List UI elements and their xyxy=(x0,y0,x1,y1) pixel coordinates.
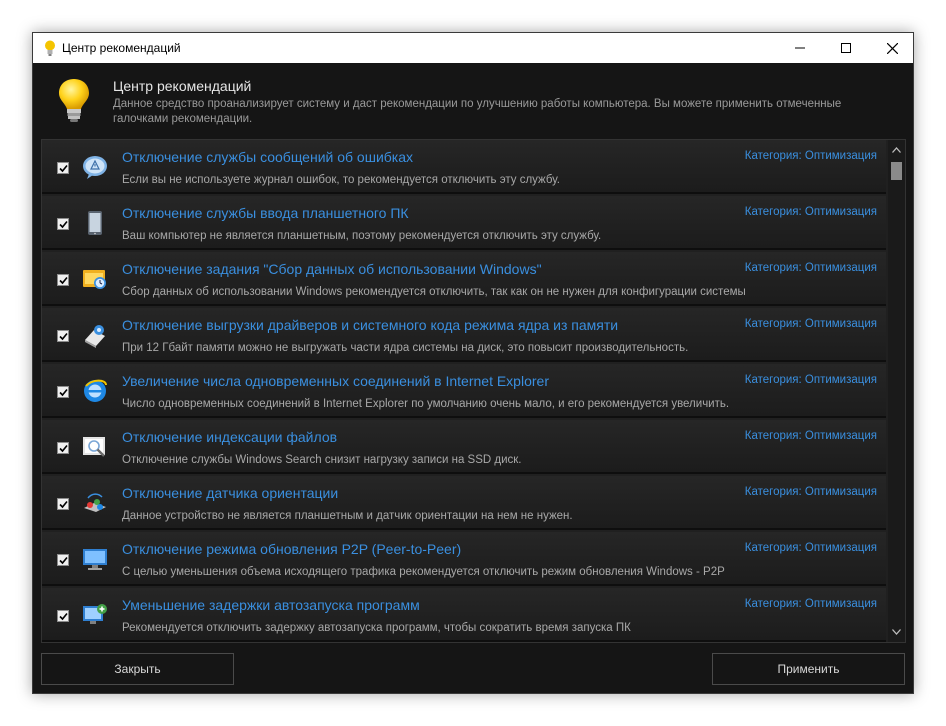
driver-icon xyxy=(85,325,105,348)
item-checkbox[interactable] xyxy=(57,274,69,286)
item-category: Категория: Оптимизация xyxy=(744,430,877,442)
item-category: Категория: Оптимизация xyxy=(744,318,877,330)
header-description: Данное средство проанализирует систему и… xyxy=(113,98,842,125)
recommendation-list: Отключение службы сообщений об ошибках Е… xyxy=(41,139,906,643)
list-item[interactable]: Отключение службы ввода планшетного ПК В… xyxy=(42,196,886,250)
checkmark-icon xyxy=(58,220,68,228)
message-bubble-icon xyxy=(83,156,107,179)
tablet-icon xyxy=(88,211,102,235)
checkmark-icon xyxy=(58,276,68,284)
title-bar[interactable]: Центр рекомендаций xyxy=(33,33,913,63)
item-category: Категория: Оптимизация xyxy=(744,542,877,554)
list-item[interactable]: Отключение режима обновления P2P (Peer-t… xyxy=(42,532,886,586)
item-checkbox[interactable] xyxy=(57,162,69,174)
checkmark-icon xyxy=(58,556,68,564)
list-item[interactable]: Увеличение числа одновременных соединени… xyxy=(42,364,886,418)
item-checkbox[interactable] xyxy=(57,386,69,398)
chevron-down-icon xyxy=(892,629,901,635)
item-category: Категория: Оптимизация xyxy=(744,262,877,274)
vertical-scrollbar[interactable] xyxy=(888,140,905,642)
item-category: Категория: Оптимизация xyxy=(744,486,877,498)
item-description: С целью уменьшения объема исходящего тра… xyxy=(122,566,725,578)
item-description: Если вы не используете журнал ошибок, то… xyxy=(122,174,560,186)
scheduled-task-icon xyxy=(83,270,106,289)
item-checkbox[interactable] xyxy=(57,610,69,622)
minimize-icon xyxy=(795,47,805,49)
item-checkbox[interactable] xyxy=(57,498,69,510)
checkmark-icon xyxy=(58,332,68,340)
item-description: Ваш компьютер не является планшетным, по… xyxy=(122,230,602,242)
item-title[interactable]: Увеличение числа одновременных соединени… xyxy=(122,373,549,389)
item-checkbox[interactable] xyxy=(57,442,69,454)
item-checkbox[interactable] xyxy=(57,218,69,230)
list-item[interactable]: Отключение задания "Сбор данных об испол… xyxy=(42,252,886,306)
list-item[interactable]: Отключение индексации файлов Отключение … xyxy=(42,420,886,474)
checkmark-icon xyxy=(58,500,68,508)
network-monitor-icon xyxy=(83,549,107,570)
item-title[interactable]: Отключение службы сообщений об ошибках xyxy=(122,149,413,165)
minimize-button[interactable] xyxy=(777,33,823,63)
recommendation-center-window: Центр рекомендаций Центр рекомендаций Да… xyxy=(32,32,914,694)
list-item[interactable]: Отключение выгрузки драйверов и системно… xyxy=(42,308,886,362)
scroll-up-button[interactable] xyxy=(888,140,905,160)
item-category: Категория: Оптимизация xyxy=(744,374,877,386)
item-title[interactable]: Уменьшение задержки автозапуска программ xyxy=(122,597,420,613)
item-description: Рекомендуется отключить задержку автозап… xyxy=(122,622,631,634)
item-description: При 12 Гбайт памяти можно не выгружать ч… xyxy=(122,342,689,354)
item-title[interactable]: Отключение режима обновления P2P (Peer-t… xyxy=(122,541,461,557)
window-title: Центр рекомендаций xyxy=(62,41,181,55)
maximize-icon xyxy=(841,43,851,53)
maximize-button[interactable] xyxy=(823,33,869,63)
close-icon xyxy=(886,42,898,54)
item-title[interactable]: Отключение датчика ориентации xyxy=(122,485,338,501)
scroll-down-button[interactable] xyxy=(888,622,905,642)
header-title: Центр рекомендаций xyxy=(113,78,252,94)
startup-programs-icon xyxy=(83,604,107,624)
item-description: Данное устройство не является планшетным… xyxy=(122,510,573,522)
item-checkbox[interactable] xyxy=(57,554,69,566)
list-item[interactable]: Отключение датчика ориентации Данное уст… xyxy=(42,476,886,530)
search-index-icon xyxy=(83,437,105,457)
checkmark-icon xyxy=(58,388,68,396)
item-description: Число одновременных соединений в Interne… xyxy=(122,398,730,410)
header: Центр рекомендаций Данное средство проан… xyxy=(33,63,913,139)
close-button[interactable]: Закрыть xyxy=(41,653,234,685)
lightbulb-icon xyxy=(45,40,55,56)
orientation-sensor-icon xyxy=(84,493,106,512)
checkmark-icon xyxy=(58,444,68,452)
item-title[interactable]: Отключение задания "Сбор данных об испол… xyxy=(122,261,542,277)
scroll-thumb[interactable] xyxy=(891,162,902,180)
item-title[interactable]: Отключение индексации файлов xyxy=(122,429,337,445)
list-item[interactable]: Уменьшение задержки автозапуска программ… xyxy=(42,588,886,642)
item-description: Сбор данных об использовании Windows рек… xyxy=(122,286,746,298)
item-title[interactable]: Отключение выгрузки драйверов и системно… xyxy=(122,317,618,333)
internet-explorer-icon xyxy=(84,379,107,402)
item-category: Категория: Оптимизация xyxy=(744,150,877,162)
item-checkbox[interactable] xyxy=(57,330,69,342)
list-item[interactable]: Отключение службы сообщений об ошибках Е… xyxy=(42,140,886,194)
chevron-up-icon xyxy=(892,147,901,153)
item-title[interactable]: Отключение службы ввода планшетного ПК xyxy=(122,205,409,221)
item-category: Категория: Оптимизация xyxy=(744,598,877,610)
item-category: Категория: Оптимизация xyxy=(744,206,877,218)
checkmark-icon xyxy=(58,164,68,172)
close-window-button[interactable] xyxy=(869,33,915,63)
checkmark-icon xyxy=(58,612,68,620)
lightbulb-icon xyxy=(59,79,89,122)
apply-button[interactable]: Применить xyxy=(712,653,905,685)
item-description: Отключение службы Windows Search снизит … xyxy=(122,454,522,466)
